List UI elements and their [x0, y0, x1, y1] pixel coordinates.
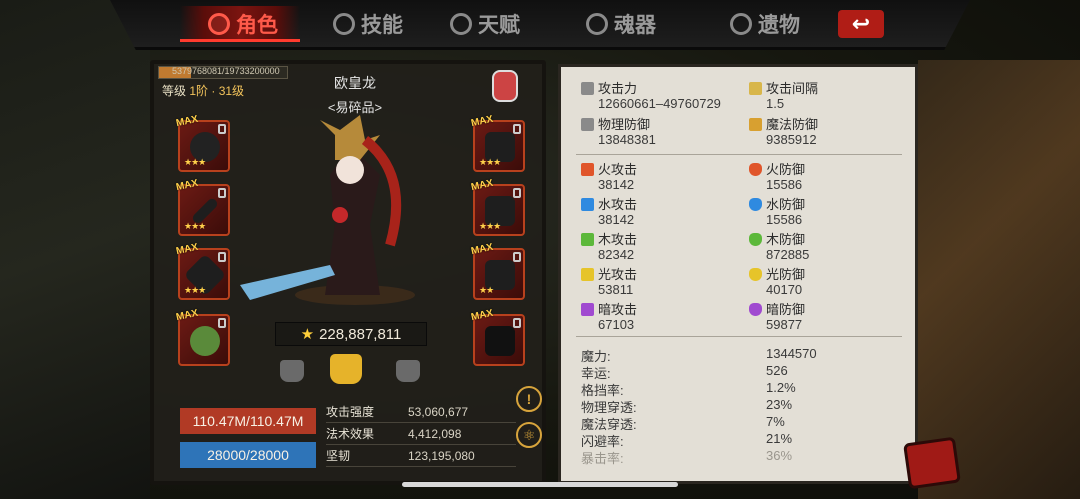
water-icon — [581, 198, 594, 211]
star-icon: ★ — [300, 326, 315, 343]
water-shield-icon — [749, 198, 762, 211]
tab-soul[interactable]: 魂器 — [586, 8, 656, 40]
misc-value: 7% — [766, 414, 785, 429]
attr-fire-atk: 火攻击 38142 — [581, 162, 637, 192]
character-title: <易碎品> — [327, 100, 383, 115]
mini-stats: 攻击强度 53,060,677 法术效果 4,412,098 坚韧 123,195,0… — [326, 401, 516, 467]
speed-icon — [749, 82, 762, 95]
equip-slot-head[interactable]: MAX ★★★ — [175, 114, 230, 172]
shield-icon — [581, 118, 594, 131]
attr-wood-atk: 木攻击 82342 — [581, 232, 637, 262]
tab-label: 技能 — [361, 14, 403, 37]
attr-light-def: 光防御 40170 — [749, 267, 805, 297]
sword-icon — [581, 82, 594, 95]
attr-interval: 攻击间隔 1.5 — [749, 81, 818, 111]
misc-value: 21% — [766, 431, 793, 446]
level-text: 等级 1阶 · 31级 — [162, 84, 245, 98]
soul-icon — [586, 13, 608, 35]
crown-icon — [208, 13, 230, 35]
exp-text: 5379768081/19733200000 — [172, 66, 280, 76]
background-right — [918, 60, 1080, 499]
attr-dark-atk: 暗攻击 67103 — [581, 302, 637, 332]
mini-stat-row: 坚韧 123,195,080 — [326, 445, 516, 467]
combat-power: ★ 228,887,811 — [275, 322, 427, 346]
misc-label: 暴击率: — [581, 451, 624, 466]
home-indicator[interactable] — [402, 482, 678, 487]
mini-stat-row: 攻击强度 53,060,677 — [326, 401, 516, 423]
equip-slot-armor[interactable]: MAX ★★★ — [470, 178, 525, 236]
tab-relic[interactable]: 遗物 — [730, 8, 800, 40]
divider — [576, 336, 902, 337]
alert-icon[interactable]: ! — [516, 386, 542, 412]
attr-water-def: 水防御 15586 — [749, 197, 805, 227]
character-name: 欧皇龙 — [334, 75, 376, 91]
armor-icon-left[interactable] — [280, 360, 304, 382]
orbit-icon[interactable]: ⚛ — [516, 422, 542, 448]
tab-label: 遗物 — [758, 14, 800, 37]
misc-value: 36% — [766, 448, 793, 463]
attr-wood-def: 木防御 872885 — [749, 232, 809, 262]
wood-icon — [581, 233, 594, 246]
equip-slot-offhand[interactable]: MAX ★★★ — [175, 242, 230, 300]
tab-label: 天赋 — [478, 14, 520, 37]
light-icon — [581, 268, 594, 281]
attr-phys-def: 物理防御 13848381 — [581, 117, 656, 147]
misc-value: 1.2% — [766, 380, 796, 395]
equip-slot-pet[interactable]: MAX — [175, 308, 230, 366]
tab-label: 魂器 — [614, 14, 656, 37]
magic-shield-icon — [749, 118, 762, 131]
light-shield-icon — [749, 268, 762, 281]
equip-slot-boots[interactable]: MAX ★★ — [470, 242, 525, 300]
dark-icon — [581, 303, 594, 316]
attr-light-atk: 光攻击 53811 — [581, 267, 637, 297]
talent-icon — [450, 13, 472, 35]
fire-icon — [581, 163, 594, 176]
equip-slot-weapon[interactable]: MAX ★★★ — [175, 178, 230, 236]
attr-water-atk: 水攻击 38142 — [581, 197, 637, 227]
misc-value: 526 — [766, 363, 788, 378]
attr-fire-def: 火防御 15586 — [749, 162, 805, 192]
armor-icon-active[interactable] — [330, 354, 362, 384]
wood-shield-icon — [749, 233, 762, 246]
tab-skills[interactable]: 技能 — [333, 8, 403, 40]
equip-slot-gloves[interactable]: MAX ★★★ — [470, 114, 525, 172]
attr-attack: 攻击力 12660661–49760729 — [581, 81, 721, 111]
potion-icon[interactable] — [492, 70, 518, 102]
hp-value: 110.47M/110.47M — [180, 408, 316, 434]
tab-label: 角色 — [236, 14, 278, 37]
attr-magic-def: 魔法防御 9385912 — [749, 117, 818, 147]
tab-character[interactable]: 角色 — [208, 8, 278, 40]
relic-icon — [730, 13, 752, 35]
mini-stat-row: 法术效果 4,412,098 — [326, 423, 516, 445]
mp-value: 28000/28000 — [180, 442, 316, 468]
character-avatar — [240, 115, 415, 305]
misc-value: 23% — [766, 397, 793, 412]
equip-slot-accessory[interactable]: MAX — [470, 308, 525, 366]
background-left — [0, 0, 150, 499]
divider — [576, 154, 902, 155]
attr-dark-def: 暗防御 59877 — [749, 302, 805, 332]
fire-shield-icon — [749, 163, 762, 176]
misc-value: 1344570 — [766, 346, 817, 361]
back-button[interactable]: ↩ — [838, 10, 884, 38]
menu-corner-icon[interactable] — [903, 436, 961, 490]
armor-icon-right[interactable] — [396, 360, 420, 382]
tab-talent[interactable]: 天赋 — [450, 8, 520, 40]
dark-shield-icon — [749, 303, 762, 316]
skill-icon — [333, 13, 355, 35]
